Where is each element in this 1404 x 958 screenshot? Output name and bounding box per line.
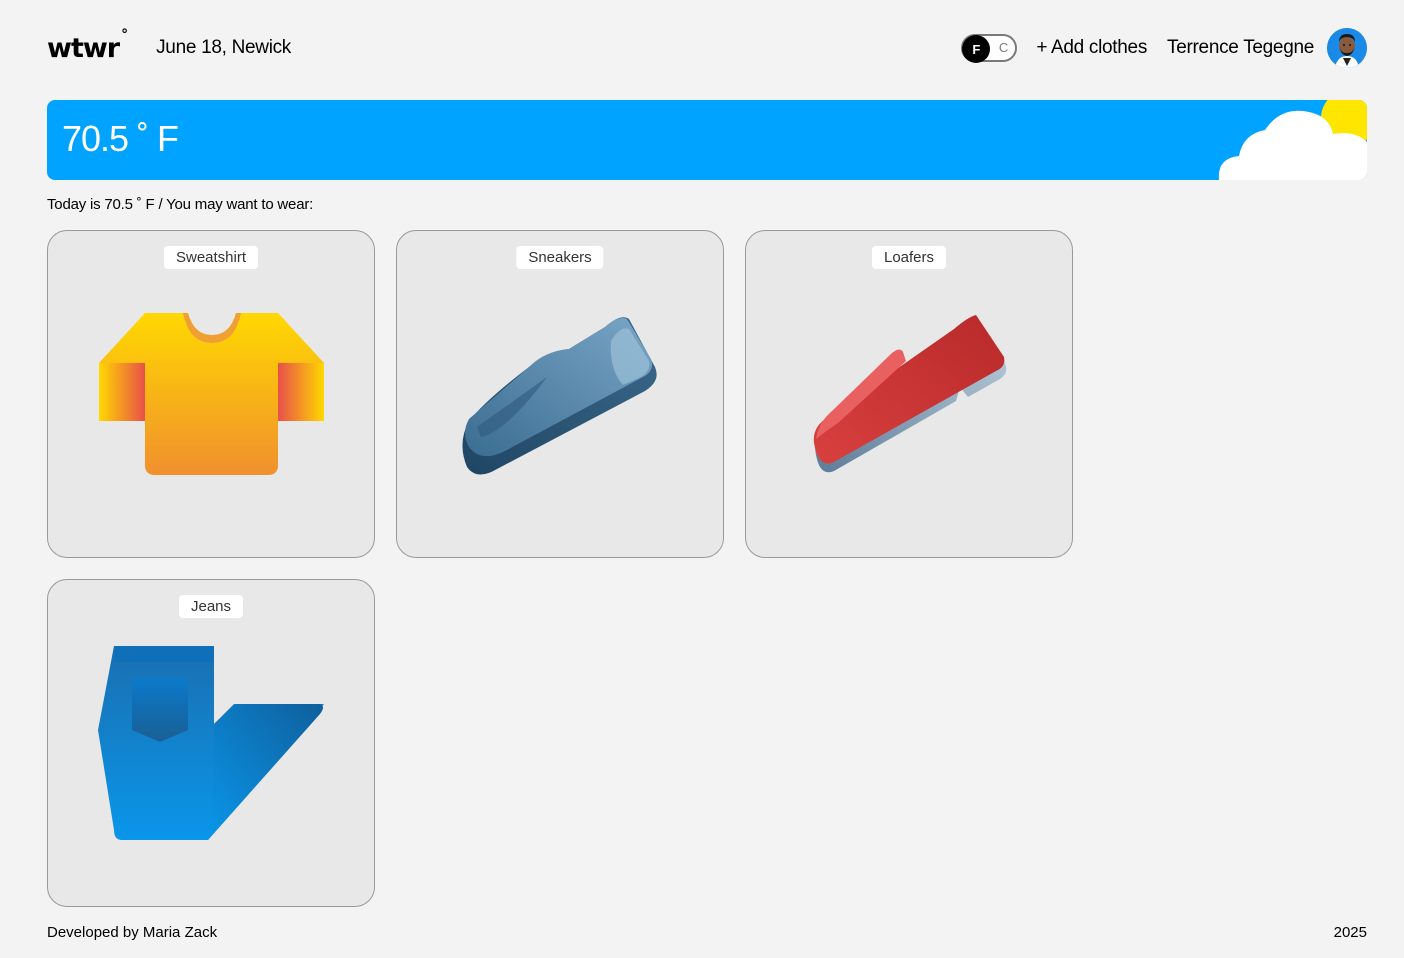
loafer-icon [813, 315, 1007, 473]
date-location: June 18, Newick [156, 37, 292, 58]
user-name[interactable]: Terrence Tegegne [1167, 37, 1314, 59]
jeans-icon [98, 646, 324, 840]
weather-banner: 70.5 ˚ F [47, 100, 1367, 180]
weather-temperature: 70.5 ˚ F [62, 118, 179, 159]
clothing-card-sneakers[interactable]: Sneakers [396, 230, 724, 558]
clothing-card-jeans[interactable]: Jeans [47, 579, 375, 907]
clothing-card-label: Loafers [871, 246, 947, 269]
logo-degree-mark: ° [121, 26, 128, 43]
sneaker-icon [462, 317, 657, 475]
avatar-image [1327, 28, 1367, 68]
clothing-card-label: Jeans [178, 595, 244, 618]
logo-text: wtwr [47, 32, 120, 64]
clothing-card-sweatshirt[interactable]: Sweatshirt [47, 230, 375, 558]
recommendation-text: Today is 70.5 ˚ F / You may want to wear… [47, 196, 314, 213]
temperature-unit-toggle[interactable]: F C [961, 34, 1018, 63]
weather-condition-art [1218, 100, 1367, 180]
avatar[interactable] [1327, 28, 1367, 68]
footer-credit: Developed by Maria Zack [47, 924, 218, 941]
logo[interactable]: wtwr ° [47, 28, 128, 64]
clothing-card-label: Sneakers [516, 246, 604, 269]
toggle-label-celsius: C [998, 40, 1009, 55]
clothing-card-loafers[interactable]: Loafers [745, 230, 1073, 558]
footer-year: 2025 [1333, 924, 1367, 941]
page: wtwr ° June 18, Newick F C + Add clothes … [0, 0, 1404, 958]
sweatshirt-icon [99, 313, 324, 475]
toggle-knob-fahrenheit: F [962, 35, 991, 63]
header: wtwr ° June 18, Newick F C + Add clothes … [47, 26, 1367, 70]
clothing-card-label: Sweatshirt [163, 246, 259, 269]
add-clothes-button[interactable]: + Add clothes [1036, 37, 1147, 59]
